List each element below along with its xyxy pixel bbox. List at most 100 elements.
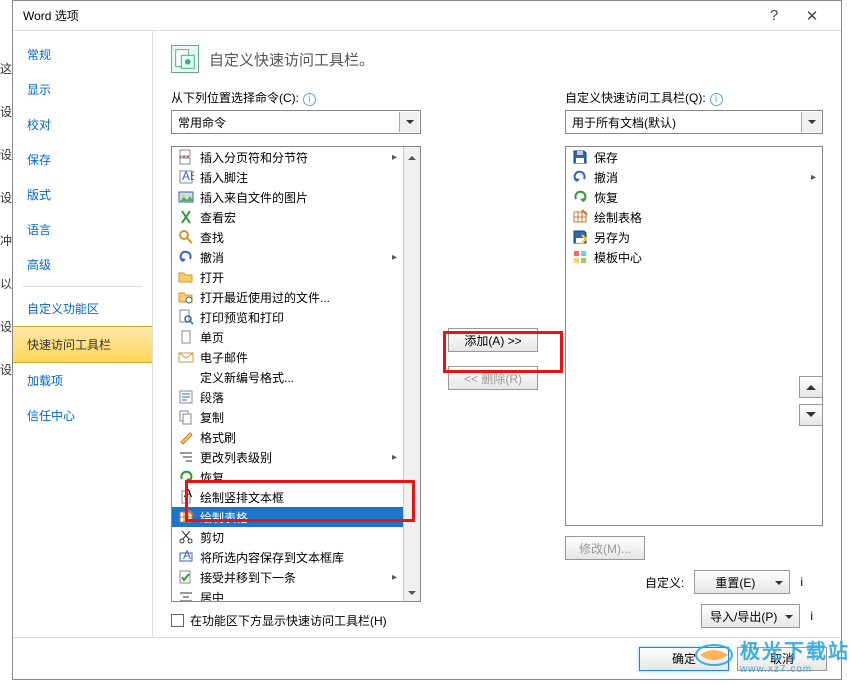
- svg-text:A: A: [183, 549, 191, 562]
- list-item[interactable]: 居中: [172, 587, 403, 601]
- list-item[interactable]: 另存为: [566, 227, 822, 247]
- svg-text:A: A: [184, 489, 192, 500]
- list-item[interactable]: 查看宏: [172, 207, 403, 227]
- list-item-label: 打印预览和打印: [200, 309, 284, 326]
- list-item-label: 电子邮件: [200, 349, 248, 366]
- scroll-track[interactable]: [404, 164, 420, 584]
- close-button[interactable]: ✕: [789, 2, 835, 30]
- list-item-label: 剪切: [200, 529, 224, 546]
- list-item[interactable]: 保存: [566, 147, 822, 167]
- bg-char: 设: [0, 146, 12, 163]
- list-item-label: 插入分页符和分节符: [200, 149, 308, 166]
- list-item[interactable]: 撤消▸: [172, 247, 403, 267]
- dialog-title: Word 选项: [19, 7, 759, 24]
- sidebar-item-qat[interactable]: 快速访问工具栏: [13, 326, 152, 363]
- list-item[interactable]: 恢复: [172, 467, 403, 487]
- qat-label: 自定义快速访问工具栏(Q):i: [565, 89, 823, 106]
- list-item[interactable]: 恢复: [566, 187, 822, 207]
- list-item[interactable]: 插入来自文件的图片: [172, 187, 403, 207]
- commands-listbox[interactable]: 插入分页符和分节符▸AB¹插入脚注插入来自文件的图片查看宏查找撤消▸打开打开最近…: [171, 146, 421, 602]
- section-icon: [171, 45, 199, 73]
- list-item[interactable]: A 绘制竖排文本框: [172, 487, 403, 507]
- dropdown-value: 用于所有文档(默认): [572, 114, 676, 131]
- list-item-label: 单页: [200, 329, 224, 346]
- list-item[interactable]: 单页: [172, 327, 403, 347]
- info-icon[interactable]: i: [303, 93, 316, 106]
- info-icon[interactable]: i: [800, 575, 803, 589]
- submenu-indicator-icon: ▸: [392, 252, 397, 263]
- list-item[interactable]: 打印预览和打印: [172, 307, 403, 327]
- list-item[interactable]: 定义新编号格式...: [172, 367, 403, 387]
- list-item[interactable]: 撤消▸: [566, 167, 822, 187]
- image-icon: [178, 189, 194, 205]
- list-item[interactable]: 接受并移到下一条▸: [172, 567, 403, 587]
- list-item[interactable]: 电子邮件: [172, 347, 403, 367]
- reset-dropdown-button[interactable]: 重置(E): [694, 570, 790, 594]
- list-item-label: 恢复: [200, 469, 224, 486]
- sidebar-item-trust[interactable]: 信任中心: [13, 398, 152, 433]
- help-button[interactable]: ?: [759, 2, 789, 30]
- list-item-label: 打开: [200, 269, 224, 286]
- brush-icon: [178, 429, 194, 445]
- list-item[interactable]: 绘制表格: [172, 507, 403, 527]
- sidebar-item-layout[interactable]: 版式: [13, 177, 152, 212]
- sidebar-item-proofing[interactable]: 校对: [13, 107, 152, 142]
- bg-char: 冲: [0, 232, 12, 249]
- import-export-button[interactable]: 导入/导出(P): [701, 604, 800, 628]
- list-item[interactable]: 格式刷: [172, 427, 403, 447]
- sidebar-item-display[interactable]: 显示: [13, 72, 152, 107]
- list-item[interactable]: 剪切: [172, 527, 403, 547]
- sidebar-item-save[interactable]: 保存: [13, 142, 152, 177]
- find-icon: [178, 229, 194, 245]
- list-item-label: 段落: [200, 389, 224, 406]
- list-item[interactable]: 更改列表级别▸: [172, 447, 403, 467]
- scrollbar[interactable]: [403, 147, 420, 601]
- move-up-button[interactable]: [799, 376, 823, 398]
- list-item[interactable]: 段落: [172, 387, 403, 407]
- info-icon[interactable]: i: [810, 609, 813, 623]
- template-icon: [572, 249, 588, 265]
- move-down-button[interactable]: [799, 404, 823, 426]
- list-item-label: 插入脚注: [200, 169, 248, 186]
- svg-text:AB¹: AB¹: [182, 169, 194, 183]
- sidebar-item-language[interactable]: 语言: [13, 212, 152, 247]
- recent-icon: [178, 289, 194, 305]
- add-button[interactable]: 添加(A) >>: [448, 328, 538, 352]
- sidebar: 常规 显示 校对 保存 版式 语言 高级 自定义功能区 快速访问工具栏 加载项 …: [13, 31, 153, 637]
- sidebar-item-customize-ribbon[interactable]: 自定义功能区: [13, 291, 152, 326]
- bg-char: 设: [0, 103, 12, 120]
- list-level-icon: [178, 449, 194, 465]
- list-item-label: 更改列表级别: [200, 449, 272, 466]
- customize-label: 自定义:: [645, 574, 684, 591]
- list-item-label: 将所选内容保存到文本框库: [200, 549, 344, 566]
- list-item-label: 模板中心: [594, 249, 642, 266]
- sidebar-item-general[interactable]: 常规: [13, 37, 152, 72]
- list-item[interactable]: 查找: [172, 227, 403, 247]
- sidebar-item-addins[interactable]: 加载项: [13, 363, 152, 398]
- sidebar-item-advanced[interactable]: 高级: [13, 247, 152, 282]
- list-item[interactable]: 打开最近使用过的文件...: [172, 287, 403, 307]
- paragraph-icon: [178, 389, 194, 405]
- list-item[interactable]: A 将所选内容保存到文本框库: [172, 547, 403, 567]
- list-item[interactable]: 打开: [172, 267, 403, 287]
- list-item-label: 定义新编号格式...: [200, 369, 294, 386]
- cancel-button[interactable]: 取消: [737, 647, 827, 671]
- choose-from-dropdown[interactable]: 常用命令: [171, 110, 421, 134]
- list-item[interactable]: 绘制表格: [566, 207, 822, 227]
- info-icon[interactable]: i: [710, 93, 723, 106]
- modify-button[interactable]: 修改(M)...: [565, 536, 645, 560]
- dialog-footer: 确定 取消: [13, 637, 841, 679]
- list-item[interactable]: 插入分页符和分节符▸: [172, 147, 403, 167]
- qat-scope-dropdown[interactable]: 用于所有文档(默认): [565, 110, 823, 134]
- list-item-label: 绘制竖排文本框: [200, 489, 284, 506]
- list-item[interactable]: 模板中心: [566, 247, 822, 267]
- list-item[interactable]: 复制: [172, 407, 403, 427]
- ok-button[interactable]: 确定: [639, 647, 729, 671]
- footnote-icon: AB¹: [178, 169, 194, 185]
- qat-listbox[interactable]: 保存撤消▸恢复绘制表格另存为模板中心: [565, 146, 823, 526]
- scroll-down-button[interactable]: [404, 584, 420, 601]
- scroll-up-button[interactable]: [404, 147, 420, 164]
- show-below-ribbon-checkbox[interactable]: [171, 614, 184, 627]
- list-item[interactable]: AB¹ 插入脚注: [172, 167, 403, 187]
- remove-button[interactable]: << 删除(R): [448, 366, 538, 390]
